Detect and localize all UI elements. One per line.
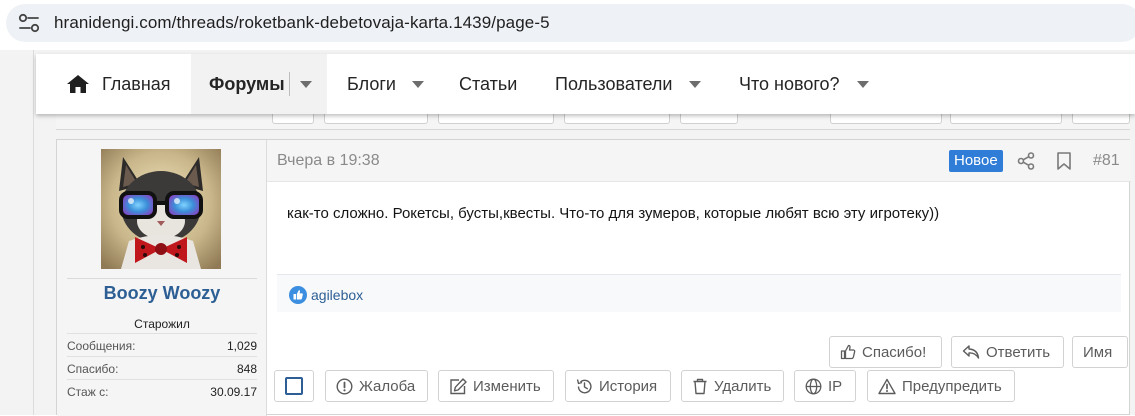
nav-articles[interactable]: Статьи [459, 54, 517, 114]
checkbox[interactable] [285, 377, 303, 395]
nav-forums-label: Форумы [209, 73, 285, 94]
user-info-panel: Boozy Woozy Старожил Сообщения: 1,029 Сп… [57, 140, 267, 416]
history-button-label: История [599, 377, 658, 395]
name-button[interactable]: Имя [1072, 336, 1128, 368]
nav-blogs[interactable]: Блоги [347, 54, 424, 114]
nav-members-label: Пользователи [555, 73, 673, 94]
nav-members[interactable]: Пользователи [555, 54, 702, 114]
chevron-down-icon[interactable] [856, 80, 869, 88]
post-number-link[interactable]: #81 [1093, 152, 1120, 170]
previous-post-footer [56, 112, 1130, 130]
browser-toolbar: hranidengi.com/threads/roketbank-debetov… [0, 0, 1135, 50]
address-bar[interactable]: hranidengi.com/threads/roketbank-debetov… [6, 4, 1135, 42]
cat-avatar-image [101, 149, 221, 269]
warning-icon [878, 378, 896, 394]
reply-button[interactable]: Ответить [951, 336, 1064, 368]
new-badge: Новое [949, 150, 1003, 172]
user-stat-joined: Стаж с: 30.09.17 [67, 379, 257, 401]
globe-icon [805, 378, 822, 394]
share-icon[interactable] [1017, 152, 1035, 170]
post-header: Вчера в 19:38 Новое #81 [267, 140, 1131, 182]
delete-button-label: Удалить [714, 377, 772, 395]
chevron-down-icon[interactable] [299, 80, 312, 88]
nav-forums[interactable]: Форумы [191, 54, 327, 114]
username-link[interactable]: Boozy Woozy [57, 283, 267, 304]
reply-button-label: Ответить [986, 343, 1051, 361]
post-message: как-то сложно. Рокетсы, бусты,квесты. Чт… [287, 205, 940, 222]
nav-whats-new[interactable]: Что нового? [739, 54, 869, 114]
avatar[interactable] [101, 149, 221, 269]
warn-button-label: Предупредить [902, 377, 1002, 395]
user-stat-messages: Сообщения: 1,029 [67, 333, 257, 355]
divider [67, 278, 257, 279]
select-post-button[interactable] [274, 370, 314, 402]
history-icon [576, 378, 592, 393]
chevron-down-icon[interactable] [411, 80, 424, 88]
thanks-button[interactable]: Спасибо! [829, 336, 942, 368]
stat-value: 848 [236, 362, 257, 376]
reaction-user-link[interactable]: agilebox [311, 287, 363, 303]
name-button-label: Имя [1083, 343, 1113, 361]
bookmark-icon[interactable] [1056, 152, 1072, 170]
user-title: Старожил [134, 317, 190, 331]
thanks-button-label: Спасибо! [862, 343, 927, 361]
chevron-down-icon[interactable] [689, 80, 702, 88]
ip-button-label: IP [828, 377, 843, 395]
forum-nav: Главная Форумы Блоги Статьи Пользователи… [36, 54, 1135, 114]
home-icon [67, 75, 89, 93]
nav-separator [288, 72, 290, 96]
ip-button[interactable]: IP [794, 370, 856, 402]
stat-key: Стаж с: [67, 385, 109, 399]
like-icon [289, 286, 307, 304]
nav-articles-label: Статьи [459, 73, 518, 94]
nav-whats-new-label: Что нового? [739, 73, 840, 94]
nav-home[interactable]: Главная [66, 54, 171, 114]
history-button[interactable]: История [565, 370, 671, 402]
page-divider [33, 50, 34, 415]
url-text[interactable]: hranidengi.com/threads/roketbank-debetov… [54, 13, 550, 33]
site-settings-icon[interactable] [18, 13, 40, 33]
delete-button[interactable]: Удалить [681, 370, 784, 402]
trash-icon [693, 378, 707, 394]
edit-button-label: Изменить [473, 377, 541, 395]
forum-post: Boozy Woozy Старожил Сообщения: 1,029 Сп… [56, 139, 1131, 416]
stat-value: 1,029 [226, 339, 257, 353]
reply-icon [962, 345, 980, 359]
report-button-label: Жалоба [359, 377, 416, 395]
stat-key: Сообщения: [67, 339, 136, 353]
report-icon [336, 377, 353, 395]
stat-value: 30.09.17 [210, 385, 257, 399]
nav-home-label: Главная [102, 73, 171, 94]
edit-button[interactable]: Изменить [438, 370, 554, 402]
user-stat-thanks: Спасибо: 848 [67, 356, 257, 378]
nav-blogs-label: Блоги [347, 73, 396, 94]
thumbs-up-icon [840, 344, 856, 360]
stat-key: Спасибо: [67, 362, 119, 376]
report-button[interactable]: Жалоба [325, 370, 428, 402]
post-date-link[interactable]: Вчера в 19:38 [277, 152, 380, 170]
edit-icon [450, 377, 467, 394]
reactions-bar: agilebox [277, 274, 1121, 312]
warn-button[interactable]: Предупредить [867, 370, 1015, 402]
